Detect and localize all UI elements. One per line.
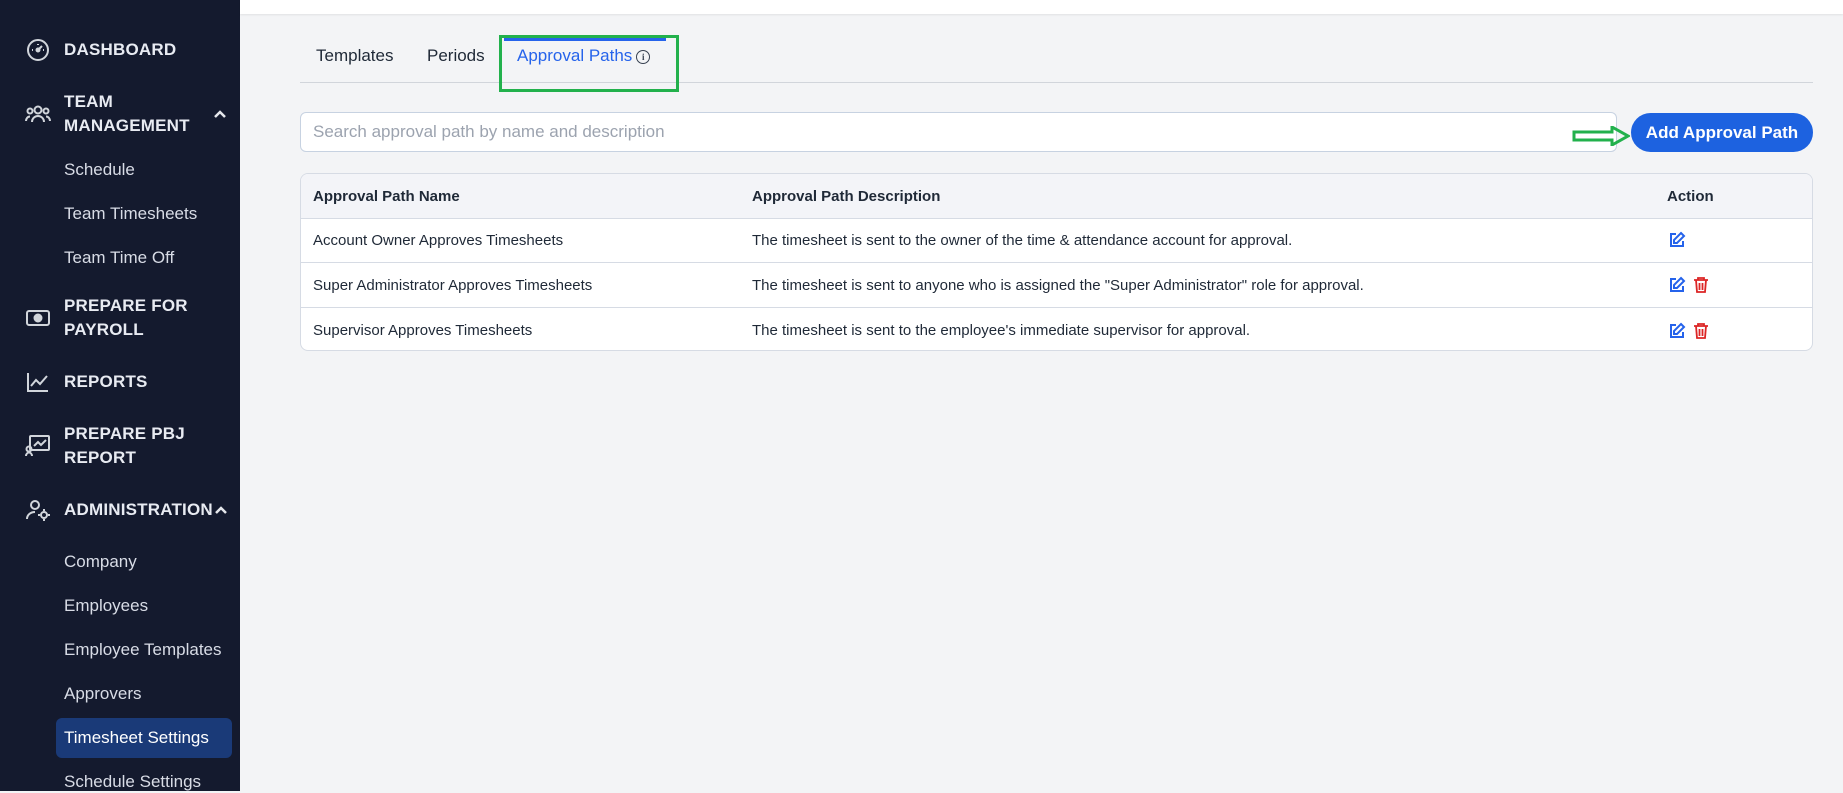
add-approval-path-button[interactable]: Add Approval Path xyxy=(1631,113,1813,152)
header-action: Action xyxy=(1667,187,1714,205)
nav-employee-templates[interactable]: Employee Templates xyxy=(64,639,222,661)
nav-schedule-settings[interactable]: Schedule Settings xyxy=(64,771,201,793)
annotation-arrow-icon xyxy=(1572,124,1632,151)
tab-periods[interactable]: Periods xyxy=(427,46,485,66)
nav-dashboard[interactable]: DASHBOARD xyxy=(24,38,229,62)
nav-approvers[interactable]: Approvers xyxy=(64,683,141,705)
nav-payroll-line1: PREPARE FOR xyxy=(64,296,188,315)
nav-schedule[interactable]: Schedule xyxy=(64,159,135,181)
sidebar: DASHBOARD TEAM MANAGEMENT Schedule Team … xyxy=(0,0,240,791)
nav-team-timesheets[interactable]: Team Timesheets xyxy=(64,203,197,225)
table-row: Supervisor Approves Timesheets The times… xyxy=(301,308,1812,350)
row-actions xyxy=(1667,218,1691,262)
row-description: The timesheet is sent to anyone who is a… xyxy=(752,276,1364,294)
trash-icon[interactable] xyxy=(1691,321,1711,341)
nav-team-management-label: TEAM MANAGEMENT xyxy=(64,90,211,138)
nav-timesheet-settings[interactable]: Timesheet Settings xyxy=(56,718,232,758)
row-description: The timesheet is sent to the employee's … xyxy=(752,322,1251,339)
nav-employees[interactable]: Employees xyxy=(64,595,148,617)
nav-reports[interactable]: REPORTS xyxy=(24,370,229,394)
nav-prepare-for-payroll-label: PREPARE FOR PAYROLL xyxy=(64,294,229,342)
edit-icon[interactable] xyxy=(1667,321,1687,341)
nav-payroll-line2: PAYROLL xyxy=(64,320,144,339)
top-bar xyxy=(240,0,1843,14)
row-name: Super Administrator Approves Timesheets xyxy=(313,276,593,294)
nav-company[interactable]: Company xyxy=(64,551,137,573)
nav-team-management-line2: MANAGEMENT xyxy=(64,116,190,135)
trash-icon[interactable] xyxy=(1691,275,1711,295)
row-name: Supervisor Approves Timesheets xyxy=(313,322,533,339)
gauge-icon xyxy=(24,38,52,62)
tab-templates[interactable]: Templates xyxy=(316,46,393,66)
nav-administration[interactable]: ADMINISTRATION xyxy=(24,498,229,522)
nav-prepare-pbj-report-label: PREPARE PBJ REPORT xyxy=(64,422,229,470)
nav-pbj-line1: PREPARE PBJ xyxy=(64,424,185,443)
presentation-icon xyxy=(24,434,52,458)
nav-pbj-line2: REPORT xyxy=(64,448,137,467)
table-row: Super Administrator Approves Timesheets … xyxy=(301,263,1812,308)
chevron-up-icon[interactable] xyxy=(211,102,229,126)
search-input[interactable] xyxy=(300,112,1617,152)
nav-administration-label: ADMINISTRATION xyxy=(64,500,213,519)
chevron-up-icon[interactable] xyxy=(213,498,229,522)
edit-icon[interactable] xyxy=(1667,275,1687,295)
nav-dashboard-label: DASHBOARD xyxy=(64,40,177,59)
nav-prepare-pbj-report[interactable]: PREPARE PBJ REPORT xyxy=(24,422,229,470)
row-name: Account Owner Approves Timesheets xyxy=(313,231,564,249)
team-icon xyxy=(24,102,52,126)
header-description: Approval Path Description xyxy=(752,187,941,205)
user-gear-icon xyxy=(24,498,52,522)
approval-paths-table: Approval Path Name Approval Path Descrip… xyxy=(300,173,1813,351)
nav-prepare-for-payroll[interactable]: PREPARE FOR PAYROLL xyxy=(24,294,229,342)
chart-line-icon xyxy=(24,370,52,394)
annotation-highlight-box xyxy=(499,35,679,92)
table-header: Approval Path Name Approval Path Descrip… xyxy=(301,174,1812,219)
nav-reports-label: REPORTS xyxy=(64,372,148,391)
edit-icon[interactable] xyxy=(1667,230,1687,250)
row-description: The timesheet is sent to the owner of th… xyxy=(752,231,1293,249)
row-actions xyxy=(1667,308,1715,350)
nav-team-management-line1: TEAM xyxy=(64,92,113,111)
nav-team-management[interactable]: TEAM MANAGEMENT xyxy=(24,90,229,138)
table-row: Account Owner Approves Timesheets The ti… xyxy=(301,218,1812,263)
money-icon xyxy=(24,306,52,330)
row-actions xyxy=(1667,263,1715,307)
header-name: Approval Path Name xyxy=(313,187,460,205)
nav-team-time-off[interactable]: Team Time Off xyxy=(64,247,174,269)
